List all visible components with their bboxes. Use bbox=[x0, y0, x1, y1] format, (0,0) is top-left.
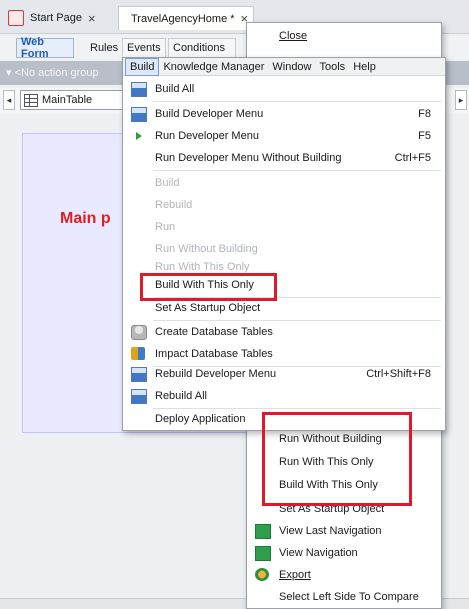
action-group-label: ▾ <No action group bbox=[6, 67, 99, 79]
menu-item-view-last-navigation[interactable]: View Last Navigation bbox=[247, 520, 441, 542]
highlight-box-run-options bbox=[262, 412, 412, 506]
menu-separator bbox=[153, 170, 441, 171]
menubar-window[interactable]: Window bbox=[268, 59, 315, 75]
menu-item-rebuild: Rebuild bbox=[155, 199, 193, 211]
menu-bar: Build Knowledge Manager Window Tools Hel… bbox=[123, 57, 445, 76]
scroll-right-button[interactable]: ▸ bbox=[455, 90, 467, 110]
scroll-left-button[interactable]: ◂ bbox=[3, 90, 15, 110]
menu-item-select-left-side[interactable]: Select Left Side To Compare bbox=[247, 586, 441, 608]
close-icon[interactable]: × bbox=[88, 11, 96, 26]
menubar-build[interactable]: Build bbox=[125, 57, 160, 76]
rebuild-menu-icon bbox=[131, 367, 147, 382]
menu-item-build-all[interactable]: Build All bbox=[123, 78, 445, 100]
tab-start-page[interactable]: Start Page × bbox=[2, 6, 112, 30]
menu-item-impact-database-tables[interactable]: Impact Database Tables bbox=[123, 343, 445, 365]
tab-label: TravelAgencyHome * bbox=[131, 12, 235, 25]
table-icon bbox=[24, 93, 38, 107]
start-page-icon bbox=[8, 10, 24, 26]
menu-item-create-database-tables[interactable]: Create Database Tables bbox=[123, 321, 445, 343]
build-menu: Build Knowledge Manager Window Tools Hel… bbox=[122, 57, 446, 431]
menu-item-view-navigation[interactable]: View Navigation bbox=[247, 542, 441, 564]
tab-travel-agency-home[interactable]: TravelAgencyHome * × bbox=[118, 6, 254, 30]
menu-item-close[interactable]: Close bbox=[247, 25, 441, 47]
create-db-icon bbox=[131, 325, 147, 340]
impact-db-icon bbox=[131, 347, 145, 360]
navigation-icon bbox=[255, 546, 271, 561]
canvas-title-text: Main p bbox=[60, 210, 111, 227]
run-icon bbox=[136, 132, 142, 140]
tab-conditions[interactable]: Conditions bbox=[168, 38, 236, 58]
build-menu-icon bbox=[131, 107, 147, 122]
maintable-label: MainTable bbox=[42, 94, 93, 106]
build-all-icon bbox=[131, 82, 147, 97]
export-icon bbox=[255, 568, 269, 581]
menu-item-rebuild-developer-menu[interactable]: Rebuild Developer Menu Ctrl+Shift+F8 bbox=[123, 363, 445, 385]
menu-item-run-without-building: Run Without Building bbox=[155, 243, 258, 255]
menu-item-run: Run bbox=[155, 221, 176, 233]
highlight-box-build-with-this-only bbox=[140, 273, 277, 301]
menu-item-run-developer-menu-without-building[interactable]: Run Developer Menu Without Building Ctrl+… bbox=[123, 147, 445, 169]
menubar-knowledge-manager[interactable]: Knowledge Manager bbox=[159, 59, 268, 75]
maintable-selector[interactable]: MainTable bbox=[20, 90, 125, 110]
tab-label: Start Page bbox=[30, 12, 82, 24]
menu-separator bbox=[153, 101, 441, 102]
menu-item-run-developer-menu[interactable]: Run Developer Menu F5 bbox=[123, 125, 445, 147]
rebuild-all-icon bbox=[131, 389, 147, 404]
menubar-tools[interactable]: Tools bbox=[316, 59, 350, 75]
menu-item-build-developer-menu[interactable]: Build Developer Menu F8 bbox=[123, 103, 445, 125]
tab-web-form[interactable]: Web Form bbox=[16, 36, 74, 60]
menu-item-build: Build bbox=[155, 177, 180, 189]
tab-events[interactable]: Events bbox=[122, 38, 166, 58]
menu-item-rebuild-all[interactable]: Rebuild All bbox=[123, 385, 445, 407]
navigation-icon bbox=[255, 524, 271, 539]
menu-item-export[interactable]: Export bbox=[247, 564, 441, 586]
tab-rules[interactable]: Rules bbox=[86, 38, 120, 58]
menubar-help[interactable]: Help bbox=[349, 59, 380, 75]
